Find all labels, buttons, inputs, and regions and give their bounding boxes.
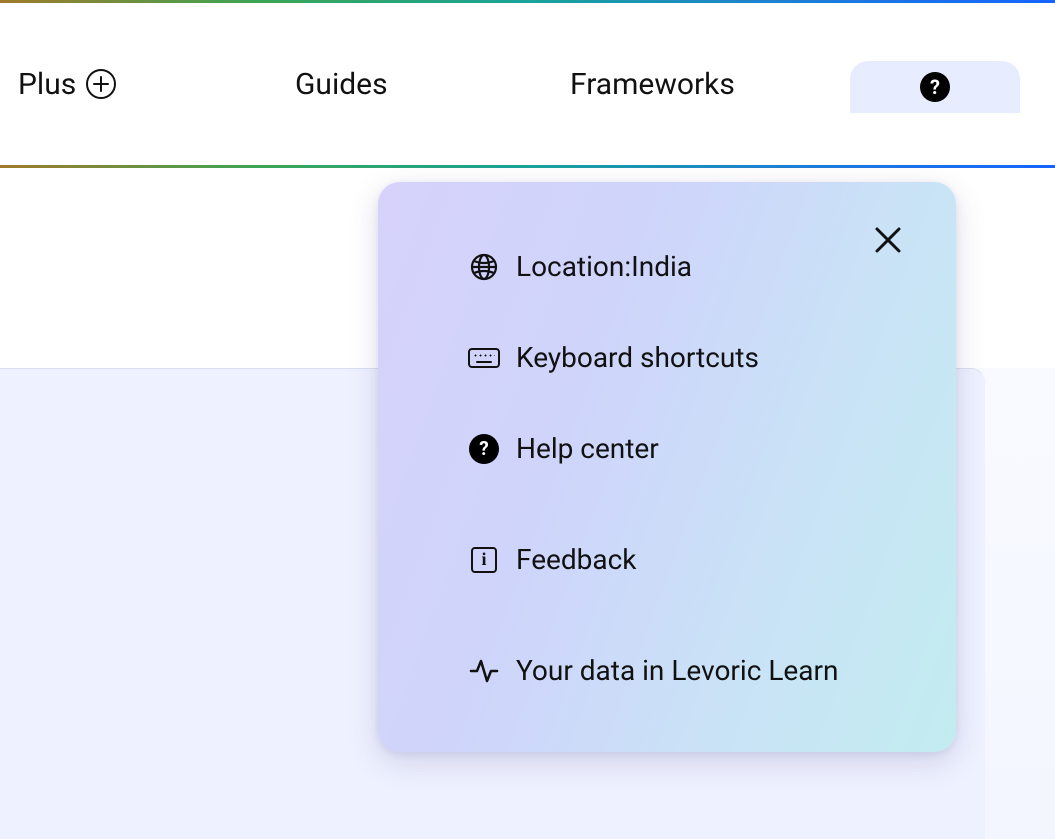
menu-item-help-center-label: Help center [516,432,659,465]
menu-item-location-label: Location:India [516,250,692,283]
close-button[interactable] [870,224,906,260]
help-popover: Location:India Keyboard shortcuts ? Help… [378,182,956,752]
help-icon: ? [468,433,500,465]
info-icon: i [468,544,500,576]
nav-guides[interactable]: Guides [295,67,388,102]
menu-item-feedback[interactable]: i Feedback [468,543,916,576]
header-inner: Plus Guides Frameworks ? [0,3,1055,165]
menu-item-location[interactable]: Location:India [468,250,916,283]
keyboard-icon [468,342,500,374]
header-bar: Plus Guides Frameworks ? [0,3,1055,165]
menu-item-feedback-label: Feedback [516,543,636,576]
nav-plus-label: Plus [18,67,76,102]
globe-icon [468,251,500,283]
menu-item-keyboard-shortcuts-label: Keyboard shortcuts [516,341,759,374]
nav-frameworks[interactable]: Frameworks [570,67,735,102]
help-menu-list: Location:India Keyboard shortcuts ? Help… [468,250,916,687]
menu-item-your-data-label: Your data in Levoric Learn [516,654,838,687]
activity-icon [468,655,500,687]
plus-circle-icon [86,69,116,99]
nav-plus[interactable]: Plus [18,67,116,102]
help-tab-button[interactable]: ? [850,61,1020,113]
help-icon: ? [920,72,950,102]
close-icon [873,225,903,259]
menu-item-your-data[interactable]: Your data in Levoric Learn [468,654,916,687]
nav-guides-label: Guides [295,67,388,102]
menu-item-keyboard-shortcuts[interactable]: Keyboard shortcuts [468,341,916,374]
nav-frameworks-label: Frameworks [570,67,735,102]
menu-item-help-center[interactable]: ? Help center [468,432,916,465]
